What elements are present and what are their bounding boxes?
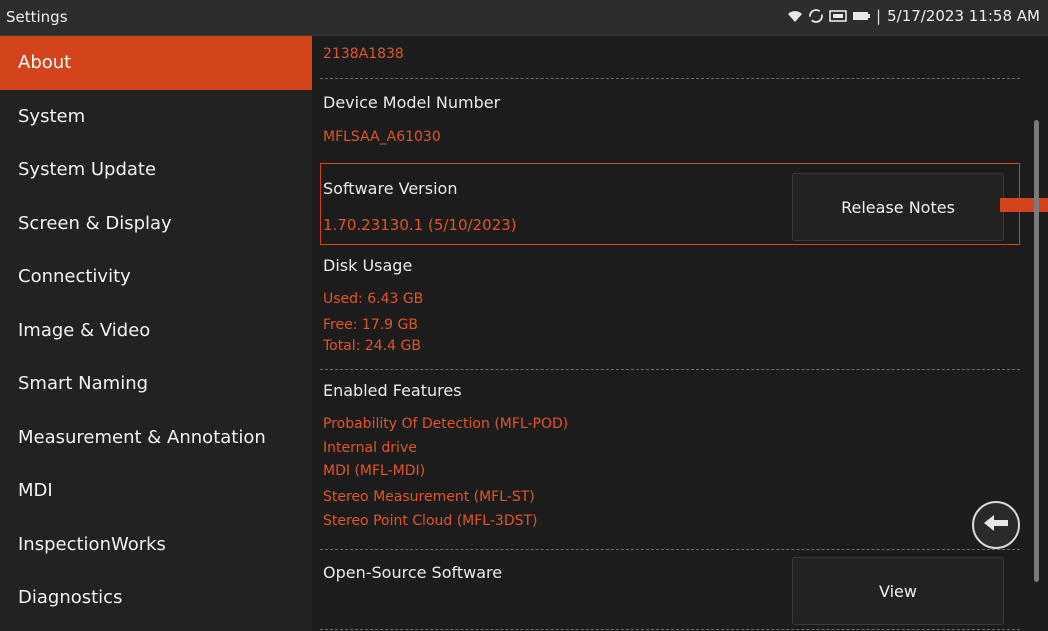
software-version-value: 1.70.23130.1 (5/10/2023) <box>323 216 517 234</box>
sidebar-item-smart-naming[interactable]: Smart Naming <box>0 357 312 411</box>
sidebar-item-screen-display[interactable]: Screen & Display <box>0 197 312 251</box>
release-notes-button[interactable]: Release Notes <box>792 173 1004 241</box>
about-panel: 2138A1838 Device Model Number MFLSAA_A61… <box>312 36 1048 631</box>
disk-total-value: Total: 24.4 GB <box>323 338 421 354</box>
callout-marker <box>1000 198 1048 212</box>
view-button[interactable]: View <box>792 557 1004 625</box>
sidebar-item-connectivity[interactable]: Connectivity <box>0 250 312 304</box>
storage-card-icon <box>829 9 847 23</box>
back-button[interactable] <box>972 501 1020 549</box>
sidebar-item-measurement-annotation[interactable]: Measurement & Annotation <box>0 411 312 465</box>
feature-item: Internal drive <box>323 440 417 456</box>
wifi-icon <box>787 9 803 23</box>
sidebar-item-system[interactable]: System <box>0 90 312 144</box>
divider <box>320 549 1020 550</box>
scrollbar[interactable] <box>1034 120 1039 582</box>
divider <box>320 369 1020 370</box>
device-model-label: Device Model Number <box>323 93 501 112</box>
serial-number-value: 2138A1838 <box>323 46 404 62</box>
settings-sidebar: About System System Update Screen & Disp… <box>0 36 312 631</box>
status-separator: | <box>876 7 882 25</box>
software-version-label: Software Version <box>323 179 458 198</box>
feature-item: MDI (MFL-MDI) <box>323 463 426 479</box>
sidebar-item-mdi[interactable]: MDI <box>0 464 312 518</box>
back-arrow-icon <box>982 513 1010 537</box>
status-bar: | 5/17/2023 11:58 AM <box>787 7 1040 25</box>
device-model-value: MFLSAA_A61030 <box>323 129 441 145</box>
sidebar-item-image-video[interactable]: Image & Video <box>0 304 312 358</box>
sidebar-item-about[interactable]: About <box>0 36 312 90</box>
feature-item: Stereo Measurement (MFL-ST) <box>323 489 535 505</box>
enabled-features-label: Enabled Features <box>323 381 462 400</box>
disk-free-value: Free: 17.9 GB <box>323 317 418 333</box>
divider <box>320 629 1020 630</box>
disk-used-value: Used: 6.43 GB <box>323 291 424 307</box>
disk-usage-label: Disk Usage <box>323 256 413 275</box>
divider <box>320 78 1020 79</box>
open-source-label: Open-Source Software <box>323 563 503 582</box>
feature-item: Probability Of Detection (MFL-POD) <box>323 416 569 432</box>
sidebar-item-inspectionworks[interactable]: InspectionWorks <box>0 518 312 572</box>
sidebar-item-diagnostics[interactable]: Diagnostics <box>0 571 312 625</box>
title-bar: Settings | 5/17/2023 11:58 AM <box>0 0 1048 36</box>
window-title: Settings <box>6 8 68 26</box>
feature-item: Stereo Point Cloud (MFL-3DST) <box>323 513 538 529</box>
sidebar-item-system-update[interactable]: System Update <box>0 143 312 197</box>
sync-icon <box>808 8 824 24</box>
datetime: 5/17/2023 11:58 AM <box>887 7 1040 25</box>
battery-icon <box>852 10 871 22</box>
